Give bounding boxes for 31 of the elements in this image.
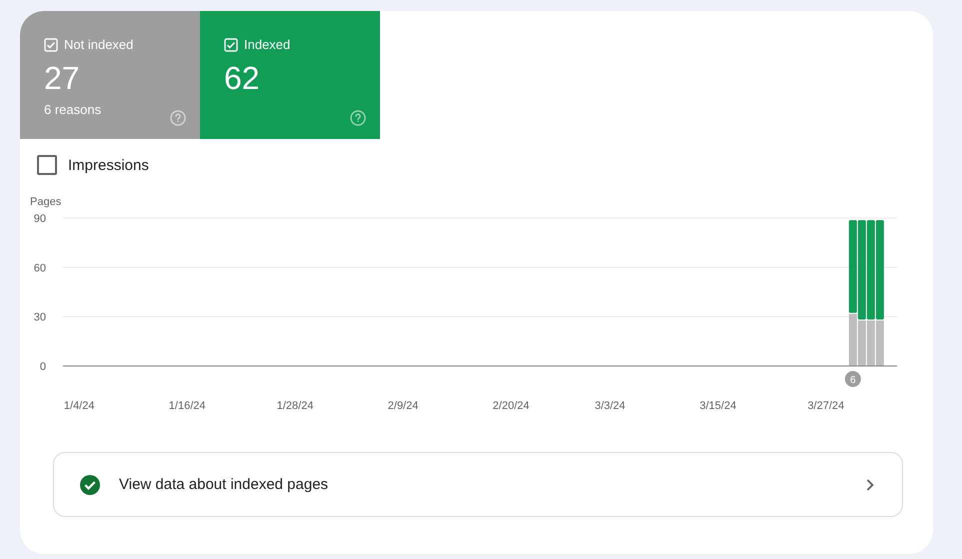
card-label: Not indexed [64,37,134,52]
help-icon[interactable] [350,110,366,126]
checkbox-icon[interactable] [224,38,238,52]
axis-tick-label: 1/16/24 [168,400,206,412]
card-value: 27 [44,60,81,96]
axis-tick-label: 2/9/24 [388,400,418,412]
link-label: View data about indexed pages [119,476,330,493]
summary-card[interactable]: Indexed 62 [200,11,380,139]
check-circle-icon [79,474,101,496]
card-subtitle: 6 reasons [44,102,102,117]
axis-tick-label: 3/3/24 [594,400,626,412]
axis-tick-label: 30 [34,312,46,324]
axis-tick-label: 0 [40,361,46,373]
view-data-link[interactable]: View data about indexed pages [53,452,903,517]
chevron-right-icon [866,478,874,490]
card-value: 62 [224,60,261,96]
impressions-label: Impressions [68,156,149,174]
event-badge[interactable]: 6 [844,371,861,387]
checkbox-icon[interactable] [44,38,58,52]
axis-tick-label: 2/20/24 [492,400,530,412]
axis-tick-label: 1/4/24 [64,400,94,412]
axis-tick-label: 60 [34,262,46,274]
help-icon[interactable] [170,110,186,126]
summary-card[interactable]: Not indexed 27 6 reasons [20,11,200,139]
axis-tick-label: 3/27/24 [808,400,844,412]
card-label: Indexed [244,37,290,52]
axis-tick-label: 3/15/24 [700,400,736,412]
axis-tick-label: 90 [34,213,46,225]
axis-title: Pages [30,196,62,208]
checkbox[interactable] [37,155,57,175]
axis-tick-label: 1/28/24 [276,400,314,412]
